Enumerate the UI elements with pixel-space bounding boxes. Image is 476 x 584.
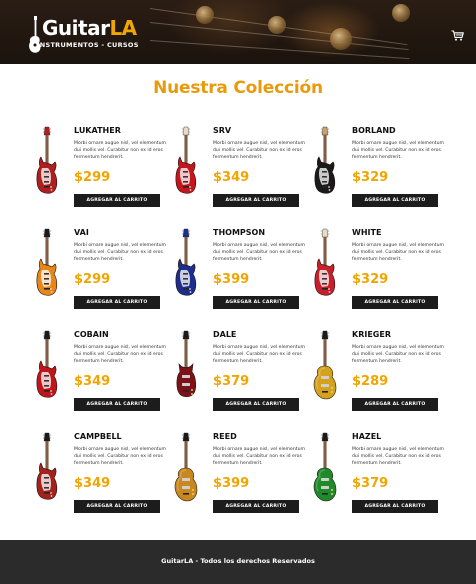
- product-name: SRV: [213, 126, 232, 135]
- product-description: Morbi ornare augue nisl, vel elementum d…: [74, 345, 166, 365]
- product-card: THOMPSON Morbi ornare augue nisl, vel ele…: [173, 226, 305, 316]
- product-description: Morbi ornare augue nisl, vel elementum d…: [352, 447, 444, 467]
- product-price: $349: [74, 374, 111, 389]
- product-name: CAMPBELL: [74, 432, 122, 441]
- product-description: Morbi ornare augue nisl, vel elementum d…: [352, 345, 444, 365]
- product-grid: LUKATHER Morbi ornare augue nisl, vel ele…: [34, 124, 444, 534]
- product-description: Morbi ornare augue nisl, vel elementum d…: [213, 243, 305, 263]
- site-logo[interactable]: GuitarLA INSTRUMENTOS - CURSOS: [28, 14, 138, 54]
- product-card: COBAIN Morbi ornare augue nisl, vel eleme…: [34, 328, 166, 418]
- add-to-cart-button[interactable]: AGREGAR AL CARRITO: [74, 500, 160, 513]
- guitar-image: [174, 432, 198, 502]
- cart-icon[interactable]: [451, 30, 464, 41]
- product-price: $379: [352, 476, 389, 491]
- tuning-peg-icon: [196, 6, 214, 24]
- add-to-cart-button[interactable]: AGREGAR AL CARRITO: [74, 398, 160, 411]
- add-to-cart-button[interactable]: AGREGAR AL CARRITO: [213, 398, 299, 411]
- product-card: LUKATHER Morbi ornare augue nisl, vel ele…: [34, 124, 166, 214]
- add-to-cart-button[interactable]: AGREGAR AL CARRITO: [74, 296, 160, 309]
- product-card: DALE Morbi ornare augue nisl, vel element…: [173, 328, 305, 418]
- product-card: CAMPBELL Morbi ornare augue nisl, vel ele…: [34, 430, 166, 520]
- product-name: VAI: [74, 228, 89, 237]
- product-price: $399: [213, 476, 250, 491]
- product-name: HAZEL: [352, 432, 382, 441]
- product-card: KRIEGER Morbi ornare augue nisl, vel elem…: [312, 328, 444, 418]
- footer-text: GuitarLA - Todos los derechos Reservados: [161, 557, 315, 565]
- guitar-image: [176, 330, 197, 398]
- brand-title: GuitarLA: [42, 16, 137, 40]
- add-to-cart-button[interactable]: AGREGAR AL CARRITO: [352, 296, 438, 309]
- guitar-image: [175, 126, 197, 194]
- product-name: DALE: [213, 330, 237, 339]
- product-card: SRV Morbi ornare augue nisl, vel elementu…: [173, 124, 305, 214]
- site-header: GuitarLA INSTRUMENTOS - CURSOS: [0, 0, 476, 64]
- product-description: Morbi ornare augue nisl, vel elementum d…: [352, 243, 444, 263]
- guitar-image: [314, 126, 336, 194]
- guitar-image: [313, 330, 337, 400]
- add-to-cart-button[interactable]: AGREGAR AL CARRITO: [352, 398, 438, 411]
- add-to-cart-button[interactable]: AGREGAR AL CARRITO: [213, 500, 299, 513]
- product-name: LUKATHER: [74, 126, 121, 135]
- guitar-image: [36, 228, 58, 296]
- product-description: Morbi ornare augue nisl, vel elementum d…: [74, 141, 166, 161]
- product-description: Morbi ornare augue nisl, vel elementum d…: [213, 345, 305, 365]
- product-name: KRIEGER: [352, 330, 391, 339]
- add-to-cart-button[interactable]: AGREGAR AL CARRITO: [352, 194, 438, 207]
- add-to-cart-button[interactable]: AGREGAR AL CARRITO: [213, 194, 299, 207]
- brand-accent: LA: [109, 16, 137, 40]
- product-name: REED: [213, 432, 237, 441]
- product-description: Morbi ornare augue nisl, vel elementum d…: [213, 141, 305, 161]
- product-description: Morbi ornare augue nisl, vel elementum d…: [74, 447, 166, 467]
- product-price: $299: [74, 170, 111, 185]
- brand-main: Guitar: [42, 16, 110, 40]
- product-card: HAZEL Morbi ornare augue nisl, vel elemen…: [312, 430, 444, 520]
- add-to-cart-button[interactable]: AGREGAR AL CARRITO: [74, 194, 160, 207]
- guitar-image: [36, 432, 58, 500]
- product-name: COBAIN: [74, 330, 109, 339]
- add-to-cart-button[interactable]: AGREGAR AL CARRITO: [352, 500, 438, 513]
- add-to-cart-button[interactable]: AGREGAR AL CARRITO: [213, 296, 299, 309]
- guitar-image: [36, 126, 58, 194]
- product-card: VAI Morbi ornare augue nisl, vel elementu…: [34, 226, 166, 316]
- product-price: $379: [213, 374, 250, 389]
- site-footer: GuitarLA - Todos los derechos Reservados: [0, 540, 476, 584]
- product-name: WHITE: [352, 228, 382, 237]
- product-price: $299: [74, 272, 111, 287]
- product-card: BORLAND Morbi ornare augue nisl, vel elem…: [312, 124, 444, 214]
- page-title: Nuestra Colección: [153, 78, 323, 98]
- brand-subtitle: INSTRUMENTOS - CURSOS: [37, 41, 139, 49]
- product-description: Morbi ornare augue nisl, vel elementum d…: [213, 447, 305, 467]
- background-string: [149, 40, 410, 60]
- product-card: REED Morbi ornare augue nisl, vel element…: [173, 430, 305, 520]
- product-description: Morbi ornare augue nisl, vel elementum d…: [352, 141, 444, 161]
- guitar-image: [36, 330, 58, 398]
- product-price: $289: [352, 374, 389, 389]
- product-price: $329: [352, 272, 389, 287]
- tuning-peg-icon: [330, 28, 352, 50]
- tuning-peg-icon: [268, 16, 286, 34]
- product-card: WHITE Morbi ornare augue nisl, vel elemen…: [312, 226, 444, 316]
- product-price: $349: [74, 476, 111, 491]
- product-price: $349: [213, 170, 250, 185]
- guitar-image: [175, 228, 197, 296]
- guitar-image: [314, 228, 336, 296]
- guitar-image: [313, 432, 337, 502]
- product-name: BORLAND: [352, 126, 396, 135]
- product-name: THOMPSON: [213, 228, 266, 237]
- product-price: $399: [213, 272, 250, 287]
- product-description: Morbi ornare augue nisl, vel elementum d…: [74, 243, 166, 263]
- product-price: $329: [352, 170, 389, 185]
- tuning-peg-icon: [392, 4, 410, 22]
